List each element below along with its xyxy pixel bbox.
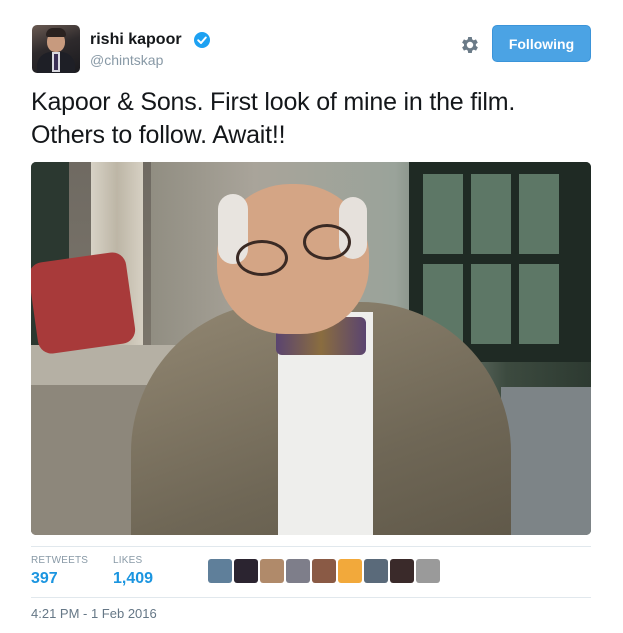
gear-icon[interactable] — [459, 34, 481, 56]
tweet-photo[interactable] — [31, 162, 591, 535]
verified-badge-icon — [194, 32, 210, 48]
tweet-card: rishi kapoor @chintskap Following Kapoor… — [0, 0, 623, 633]
likes-stat[interactable]: LIKES 1,409 — [113, 555, 153, 588]
liker-avatar[interactable] — [364, 559, 388, 583]
likes-count: 1,409 — [113, 570, 154, 587]
retweets-label: RETWEETS — [31, 555, 89, 566]
tweet-stats: RETWEETS 397 LIKES 1,409 — [31, 546, 591, 598]
liker-avatar[interactable] — [286, 559, 310, 583]
liker-avatar[interactable] — [338, 559, 362, 583]
liker-avatar[interactable] — [416, 559, 440, 583]
tweet-text: Kapoor & Sons. First look of mine in the… — [31, 86, 601, 152]
liker-avatar[interactable] — [260, 559, 284, 583]
liker-avatar[interactable] — [390, 559, 414, 583]
tweet-text-line: Kapoor & Sons. First look of mine in the… — [31, 88, 516, 116]
retweets-stat[interactable]: RETWEETS 397 — [31, 555, 88, 588]
tweet-text-line: Others to follow. Await!! — [31, 121, 286, 149]
user-handle[interactable]: @chintskap — [90, 52, 163, 68]
retweets-count: 397 — [31, 570, 58, 587]
liker-avatar[interactable] — [208, 559, 232, 583]
likes-label: LIKES — [113, 555, 143, 566]
profile-avatar[interactable] — [32, 25, 80, 73]
tweet-timestamp[interactable]: 4:21 PM - 1 Feb 2016 — [31, 606, 157, 621]
likers-avatar-row — [208, 559, 440, 583]
following-button[interactable]: Following — [492, 25, 591, 62]
liker-avatar[interactable] — [234, 559, 258, 583]
user-display-name[interactable]: rishi kapoor — [90, 31, 182, 49]
liker-avatar[interactable] — [312, 559, 336, 583]
